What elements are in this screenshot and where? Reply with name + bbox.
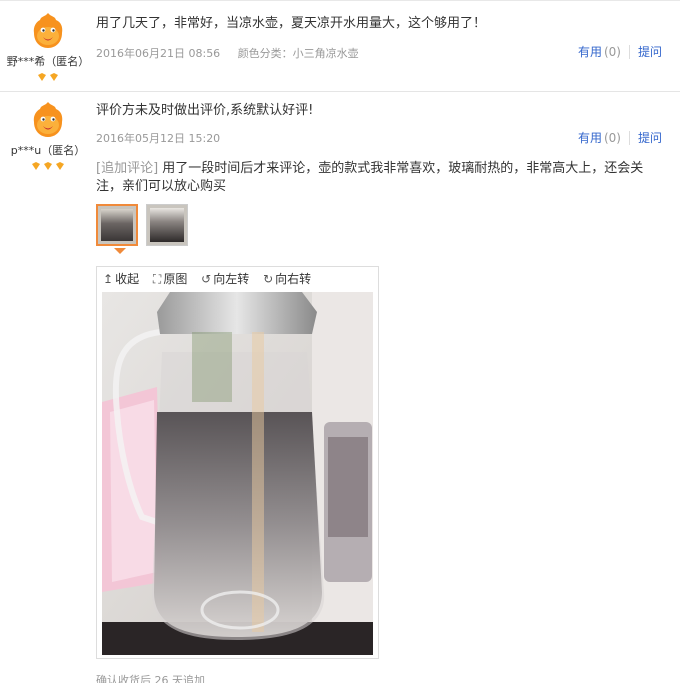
collapse-icon: ↥ <box>103 272 114 286</box>
review-content: 评价方未及时做出评价,系统默认好评! 2016年05月12日 15:20 [追加… <box>96 102 680 683</box>
reviewer-name: p***u（匿名） <box>10 144 86 157</box>
review-text: 用了几天了，非常好，当凉水壶，夏天凉开水用量大，这个够用了！ <box>96 16 487 31</box>
reviewer-name: 野***希（匿名） <box>6 55 90 68</box>
ask-button[interactable]: 提问 <box>628 45 662 59</box>
avatar <box>28 11 68 51</box>
fullsize-icon: ⛶ <box>152 272 162 286</box>
review-actions: 有用 (0) 提问 <box>578 129 662 146</box>
collapse-button[interactable]: ↥ 收起 <box>103 267 139 291</box>
review-date: 2016年06月21日 08:56 <box>96 47 221 60</box>
avatar <box>28 100 68 140</box>
review-item: 野***希（匿名） 用了几天了，非常好，当凉水壶，夏天凉开水用量大，这个够用了！… <box>0 0 680 92</box>
append-time-note: 确认收货后 26 天追加 <box>96 674 205 683</box>
rotate-left-button[interactable]: ↺ 向左转 <box>201 267 249 291</box>
original-image-button[interactable]: ⛶ 原图 <box>153 267 187 291</box>
avatar-icon <box>33 13 63 48</box>
avatar-icon <box>33 102 63 137</box>
photo-thumbnail[interactable] <box>146 204 188 246</box>
viewer-toolbar: ↥ 收起 ⛶ 原图 ↺ 向左转 ↻ 向右转 <box>97 267 378 291</box>
reviewer-info: p***u（匿名） <box>0 100 96 170</box>
rotate-right-button[interactable]: ↻ 向右转 <box>263 267 311 291</box>
photo-thumbnails <box>96 204 680 254</box>
rotate-left-icon: ↺ <box>201 272 212 286</box>
append-tag: [追加评论] <box>96 161 159 176</box>
review-item: p***u（匿名） 评价方未及时做出评价,系统默认好评! 2016年05月12日… <box>0 92 680 683</box>
selected-indicator <box>114 248 126 254</box>
ask-button[interactable]: 提问 <box>628 131 662 145</box>
appended-review: [追加评论] 用了一段时间后才来评论，壶的款式我非常喜欢，玻璃耐热的，非常高大上… <box>96 160 680 196</box>
review-date: 2016年05月12日 15:20 <box>96 132 221 145</box>
vip-level-icon <box>0 160 96 170</box>
vip-level-icon <box>0 71 96 81</box>
review-text: 评价方未及时做出评价,系统默认好评! <box>96 103 314 118</box>
review-sku: 颜色分类：小三角凉水壶 <box>237 47 359 60</box>
review-actions: 有用 (0) 提问 <box>578 43 662 60</box>
append-text: 用了一段时间后才来评论，壶的款式我非常喜欢，玻璃耐热的，非常高大上，还会关注，亲… <box>96 161 644 194</box>
photo-thumbnail[interactable] <box>96 204 138 246</box>
useful-count: (0) <box>603 131 621 145</box>
useful-button[interactable]: 有用 <box>578 45 602 59</box>
rotate-right-icon: ↻ <box>263 272 274 286</box>
photo-viewer: ↥ 收起 ⛶ 原图 ↺ 向左转 ↻ 向右转 <box>96 266 379 659</box>
reviewer-info: 野***希（匿名） <box>0 11 96 81</box>
review-photo <box>102 292 373 655</box>
useful-button[interactable]: 有用 <box>578 131 602 145</box>
useful-count: (0) <box>603 45 621 59</box>
